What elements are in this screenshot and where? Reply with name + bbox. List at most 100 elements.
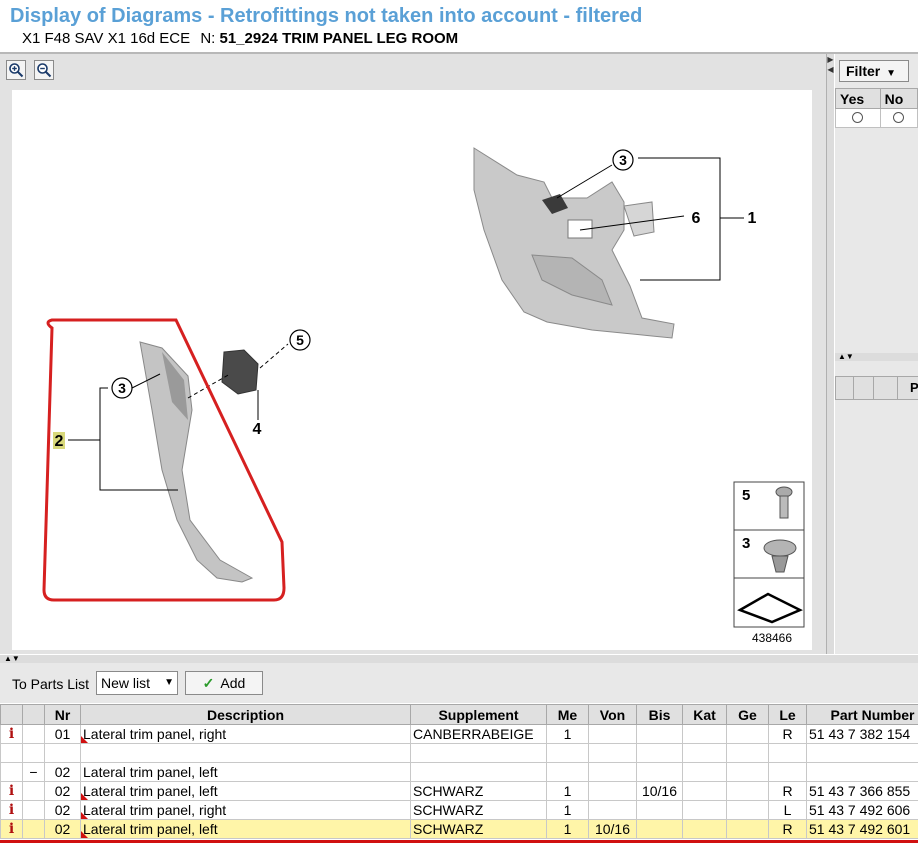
tree-toggle[interactable] (22, 781, 45, 801)
tree-toggle[interactable] (22, 819, 45, 839)
diagram-canvas[interactable]: 3 6 1 5 3 4 2 5 3 438466 (12, 90, 812, 650)
col-bis[interactable]: Bis (636, 704, 683, 725)
checkmark-icon: ✓ (202, 675, 215, 691)
table-row[interactable] (0, 743, 918, 763)
info-icon[interactable] (0, 743, 23, 763)
callout-5-circle: 5 (289, 329, 311, 351)
table-row[interactable]: i 02 Lateral trim panel, left SCHWARZ 1 10/16… (0, 819, 918, 839)
row-von: 10/16 (588, 819, 637, 839)
collapse-left-icon[interactable]: ◀ (827, 66, 834, 74)
tree-toggle[interactable] (22, 724, 45, 744)
zoom-in-button[interactable] (6, 60, 26, 80)
info-icon[interactable] (0, 762, 23, 782)
fastener-legend: 5 3 (733, 481, 805, 628)
row-me: 1 (546, 724, 589, 744)
row-nr: 02 (44, 819, 81, 839)
row-nr: 01 (44, 724, 81, 744)
row-description: Lateral trim panel, right (80, 724, 411, 744)
filter-col-no[interactable]: No (879, 88, 918, 109)
callout-1-label: 1 (748, 210, 757, 227)
filter-button[interactable]: Filter ▼ (839, 60, 909, 82)
parts-list-select[interactable]: New list ▼ (96, 671, 178, 695)
filter-col-yes[interactable]: Yes (835, 88, 881, 109)
window-title: Display of Diagrams - Retrofittings not … (10, 5, 643, 27)
tree-toggle[interactable] (22, 800, 45, 820)
info-icon[interactable]: i (0, 781, 23, 801)
table-row[interactable]: −02 Lateral trim panel, left (0, 762, 918, 782)
callout-3-top-label: 3 (619, 152, 627, 168)
filter-button-label: Filter (846, 63, 881, 79)
row-description: Lateral trim panel, left (80, 819, 411, 839)
row-part-number: 51 43 7 492 606 (806, 800, 918, 820)
zoom-out-icon (37, 63, 52, 78)
col-info[interactable] (0, 704, 23, 725)
col-nr[interactable]: Nr (44, 704, 81, 725)
collapse-right-icon[interactable]: ▶ (827, 56, 834, 64)
row-kat (682, 819, 727, 839)
image-number: 438466 (752, 631, 792, 645)
row-le (768, 762, 807, 782)
row-kat (682, 743, 727, 763)
col-le[interactable]: Le (768, 704, 807, 725)
row-me (546, 762, 589, 782)
trim-panel-left-drawing (139, 341, 259, 583)
tree-toggle[interactable]: − (22, 762, 45, 782)
table-row[interactable]: i 02 Lateral trim panel, left SCHWARZ 1 10/16… (0, 781, 918, 801)
radio-yes[interactable] (852, 111, 864, 123)
trim-panel-right-drawing (473, 147, 675, 339)
row-ge (726, 762, 769, 782)
row-me: 1 (546, 781, 589, 801)
add-button-label: Add (220, 675, 246, 691)
note-marker-icon (81, 831, 88, 838)
radio-no[interactable] (893, 111, 905, 123)
tree-toggle[interactable] (22, 743, 45, 763)
note-marker-icon (81, 793, 88, 800)
info-icon[interactable]: i (0, 724, 23, 744)
callout-6-label: 6 (692, 210, 701, 227)
zoom-out-button[interactable] (34, 60, 54, 80)
col-von[interactable]: Von (588, 704, 637, 725)
row-von (588, 762, 637, 782)
vehicle-subtitle: X1 F48 SAV X1 16d ECE N: 51_2924 TRIM PA… (22, 30, 458, 47)
vertical-splitter[interactable]: ▶ ◀ (827, 54, 834, 654)
row-ge (726, 724, 769, 744)
row-supplement: SCHWARZ (410, 781, 547, 801)
info-icon[interactable]: i (0, 800, 23, 820)
row-nr: 02 (44, 762, 81, 782)
col-supplement[interactable]: Supplement (410, 704, 547, 725)
info-icon[interactable]: i (0, 819, 23, 839)
callout-5-label: 5 (296, 332, 304, 348)
table-row[interactable]: i 01 Lateral trim panel, right CANBERRABEIG… (0, 724, 918, 744)
row-kat (682, 724, 727, 744)
col-part-number[interactable]: Part Number (806, 704, 918, 725)
row-me: 1 (546, 819, 589, 839)
row-kat (682, 762, 727, 782)
row-me: 1 (546, 800, 589, 820)
row-description: Lateral trim panel, left (80, 781, 411, 801)
selected-row-underline (0, 840, 918, 843)
row-supplement (410, 743, 547, 763)
col-kat[interactable]: Kat (682, 704, 727, 725)
row-nr: 02 (44, 800, 81, 820)
note-marker-icon (81, 812, 88, 819)
add-button[interactable]: ✓ Add (185, 671, 263, 695)
filter-no-radio-cell[interactable] (879, 108, 918, 128)
col-me[interactable]: Me (546, 704, 589, 725)
row-von (588, 724, 637, 744)
col-tree[interactable] (22, 704, 45, 725)
filter-yes-radio-cell[interactable] (835, 108, 881, 128)
col-ge[interactable]: Ge (726, 704, 769, 725)
row-part-number (806, 743, 918, 763)
row-bis: 10/16 (636, 781, 683, 801)
row-bis (636, 819, 683, 839)
parts-list-select-value: New list (101, 675, 151, 691)
legend-5-label: 5 (742, 487, 750, 504)
right-pane-splitter[interactable]: ▲▼ (835, 353, 918, 361)
vehicle-label: X1 F48 SAV X1 16d ECE (22, 30, 191, 47)
table-row[interactable]: i 02 Lateral trim panel, right SCHWARZ 1 L 51 … (0, 800, 918, 820)
horizontal-splitter[interactable]: ▲▼ (0, 655, 918, 663)
row-le: R (768, 781, 807, 801)
chevron-down-icon: ▼ (886, 68, 897, 79)
col-description[interactable]: Description (80, 704, 411, 725)
row-nr (44, 743, 81, 763)
